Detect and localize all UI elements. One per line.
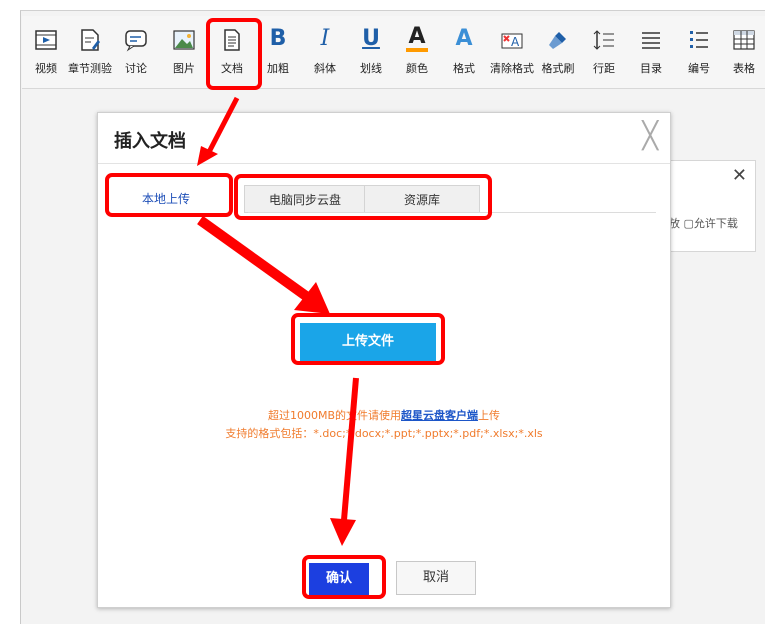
dialog-title: 插入文档: [114, 131, 186, 152]
svg-text:A: A: [511, 35, 520, 49]
editor-toolbar: 视频 章节测验 讨论 图片 文档 B 加粗 I 斜体 U 划线 A 颜色 A 格…: [22, 16, 765, 89]
image-icon: [172, 28, 196, 52]
annotation-box-local-upload: [105, 173, 233, 217]
toolbar-bold-button[interactable]: B 加粗: [258, 16, 298, 86]
toolbar-label: 表格: [733, 62, 755, 75]
close-icon[interactable]: ✕: [732, 165, 747, 186]
toolbar-video-button[interactable]: 视频: [26, 16, 66, 86]
close-icon[interactable]: ╳: [642, 121, 658, 151]
screenshot-frame: 视频 章节测验 讨论 图片 文档 B 加粗 I 斜体 U 划线 A 颜色 A 格…: [0, 0, 765, 624]
annotation-box-confirm: [302, 555, 386, 599]
toolbar-label: 清除格式: [490, 62, 534, 75]
size-note: 超过1000MB的文件请使用超星云盘客户端上传: [98, 407, 670, 423]
toolbar-numbering-button[interactable]: 编号: [679, 16, 719, 86]
toolbar-label: 行距: [593, 62, 615, 75]
bold-icon: B: [269, 26, 287, 51]
table-icon: [732, 28, 756, 52]
cancel-button[interactable]: 取消: [396, 561, 476, 595]
toolbar-format-brush-button[interactable]: 格式刷: [538, 16, 578, 86]
font-format-icon: A: [455, 26, 473, 51]
annotation-box-document: [206, 18, 262, 90]
toolbar-label: 划线: [360, 62, 382, 75]
quiz-icon: [78, 28, 102, 52]
toolbar-table-button[interactable]: 表格: [724, 16, 764, 86]
clear-format-icon: A: [500, 28, 524, 52]
toolbar-format-button[interactable]: A 格式: [444, 16, 484, 86]
toolbar-label: 斜体: [314, 62, 336, 75]
toolbar-label: 格式: [453, 62, 475, 75]
cloud-client-link[interactable]: 超星云盘客户端: [401, 409, 478, 422]
format-brush-icon: [546, 28, 570, 52]
format-note: 支持的格式包括：*.doc;*.docx;*.ppt;*.pptx;*.pdf;…: [225, 427, 543, 440]
toc-icon: [639, 28, 663, 52]
toolbar-toc-button[interactable]: 目录: [631, 16, 671, 86]
size-note-suffix: 上传: [478, 409, 501, 422]
underline-icon: U: [362, 26, 380, 51]
line-spacing-icon: [592, 28, 616, 52]
allow-download-option[interactable]: 放 ▢允许下载: [669, 215, 738, 231]
font-color-icon: A: [406, 26, 428, 52]
toolbar-label: 目录: [640, 62, 662, 75]
toolbar-italic-button[interactable]: I 斜体: [305, 16, 345, 86]
toolbar-label: 颜色: [406, 62, 428, 75]
toolbar-clear-format-button[interactable]: A 清除格式: [490, 16, 534, 86]
toolbar-image-button[interactable]: 图片: [164, 16, 204, 86]
divider: [98, 163, 670, 164]
numbering-icon: [687, 28, 711, 52]
italic-icon: I: [320, 26, 330, 51]
toolbar-label: 格式刷: [541, 62, 575, 75]
size-note-prefix: 超过1000MB的文件请使用: [267, 409, 402, 422]
toolbar-line-spacing-button[interactable]: 行距: [584, 16, 624, 86]
toolbar-label: 讨论: [125, 62, 147, 75]
toolbar-underline-button[interactable]: U 划线: [351, 16, 391, 86]
toolbar-quiz-button[interactable]: 章节测验: [68, 16, 112, 86]
annotation-box-other-tabs: [234, 174, 492, 220]
discussion-icon: [124, 28, 148, 52]
annotation-box-upload: [291, 313, 445, 365]
toolbar-label: 图片: [173, 62, 195, 75]
toolbar-label: 章节测验: [68, 62, 112, 75]
toolbar-discussion-button[interactable]: 讨论: [116, 16, 156, 86]
video-icon: [34, 28, 58, 52]
toolbar-color-button[interactable]: A 颜色: [397, 16, 437, 86]
